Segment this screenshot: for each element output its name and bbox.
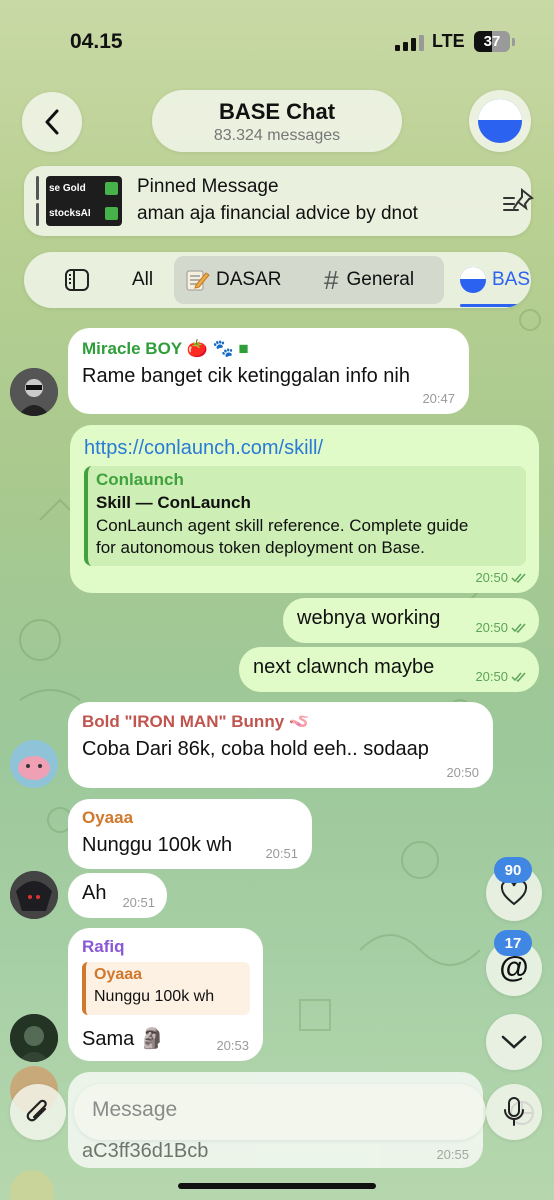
heart-icon: [500, 880, 528, 906]
preview-desc-line-2: for autonomous token deployment on Base.: [96, 538, 425, 557]
chat-title-pill[interactable]: BASE Chat 83.324 messages: [152, 90, 402, 152]
pinned-indicator: [36, 176, 39, 226]
double-check-icon: [511, 623, 526, 633]
network-type: LTE: [432, 31, 465, 51]
status-time: 04.15: [70, 30, 123, 53]
pinned-message-bar[interactable]: se Gold stocksAI Pinned Message aman aja…: [24, 166, 535, 236]
message-time: 20:50: [475, 669, 508, 684]
tab-general-label: General: [346, 269, 415, 290]
battery-tip: [512, 38, 515, 46]
tab-base[interactable]: BAS: [460, 252, 530, 308]
mentions-count-badge: 17: [494, 930, 532, 956]
preview-desc-line-1: ConLaunch agent skill reference. Complet…: [96, 516, 469, 535]
pinned-label: Pinned Message: [137, 176, 279, 197]
reply-preview[interactable]: Oyaaa Nunggu 100k wh: [82, 962, 250, 1015]
message-bubble[interactable]: Miracle BOY 🍅 🐾 ■ Rame banget cik keting…: [68, 328, 469, 414]
memo-icon: [186, 270, 210, 291]
scroll-down-button[interactable]: [486, 1014, 542, 1070]
tab-all-label: All: [132, 269, 154, 290]
message-status: 20:50: [475, 669, 527, 684]
base-logo-avatar: [478, 99, 522, 143]
chevron-down-icon: [501, 1035, 527, 1049]
tab-base-underline: [460, 304, 531, 307]
thumb-line-2: stocksAI: [46, 201, 122, 226]
message-time: 20:50: [475, 620, 508, 635]
chevron-left-icon: [45, 109, 59, 135]
message-input-pill[interactable]: [74, 1084, 534, 1140]
back-button[interactable]: [22, 92, 82, 152]
message-time: 20:51: [122, 895, 155, 910]
message-text: aC3ff36d1Bcb: [82, 1140, 209, 1162]
reactions-count-badge: 90: [494, 857, 532, 883]
signal-icon: [395, 35, 424, 51]
hash-icon: #: [324, 264, 339, 295]
avatar-bunny[interactable]: [10, 740, 58, 788]
sidebar-toggle-icon[interactable]: [64, 252, 90, 308]
home-indicator: [178, 1183, 376, 1189]
folder-tabs: All DASAR # General BAS: [24, 252, 531, 308]
tab-dasar-label: DASAR: [216, 269, 282, 290]
link-preview[interactable]: Conlaunch Skill — ConLaunch ConLaunch ag…: [84, 466, 526, 566]
message-bubble-outgoing[interactable]: https://conlaunch.com/skill/ Conlaunch S…: [70, 425, 539, 593]
message-text: Rame banget cik ketinggalan info nih: [82, 365, 410, 387]
at-icon: @: [499, 951, 529, 984]
sender-name: Rafiq: [82, 937, 125, 956]
avatar-partial-next[interactable]: [10, 1170, 54, 1200]
chat-title: BASE Chat: [218, 99, 336, 124]
message-text: Coba Dari 86k, coba hold eeh.. sodaap: [82, 738, 429, 760]
chat-avatar-button[interactable]: [469, 90, 531, 152]
message-input[interactable]: [92, 1098, 412, 1122]
sender-name: Oyaaa: [82, 808, 134, 827]
preview-title: Skill — ConLaunch: [96, 493, 251, 512]
message-bubble[interactable]: Ah 20:51: [68, 873, 167, 918]
message-time: 20:51: [265, 846, 298, 861]
message-link[interactable]: https://conlaunch.com/skill/: [84, 437, 525, 460]
message-bubble[interactable]: Oyaaa Nunggu 100k wh 20:51: [68, 799, 312, 869]
status-bar: 04.15 LTE 37: [0, 0, 554, 80]
message-status: 20:50: [475, 620, 527, 635]
preview-site: Conlaunch: [96, 470, 184, 489]
battery-level: 37: [483, 33, 501, 50]
message-count: 83.324 messages: [213, 127, 341, 144]
tab-dasar[interactable]: DASAR: [184, 252, 281, 308]
message-time: 20:55: [436, 1147, 469, 1162]
avatar-miracle-boy[interactable]: [10, 368, 58, 416]
tab-general[interactable]: # General: [324, 252, 414, 308]
reply-sender: Oyaaa: [94, 966, 143, 983]
message-time: 20:50: [446, 765, 479, 780]
message-time: 20:47: [422, 391, 455, 406]
message-time: 20:50: [475, 570, 508, 585]
avatar-oyaaa[interactable]: [10, 871, 58, 919]
base-icon: [460, 267, 486, 293]
message-bubble-outgoing[interactable]: next clawnch maybe 20:50: [239, 647, 539, 692]
thumb-line-1: se Gold: [46, 176, 122, 201]
attach-button[interactable]: [10, 1084, 66, 1140]
pin-list-icon[interactable]: [502, 187, 536, 219]
message-bubble[interactable]: Rafiq Oyaaa Nunggu 100k wh Sama 🗿 20:53: [68, 928, 263, 1061]
pinned-thumbnail: se Gold stocksAI: [46, 176, 122, 226]
reply-text: Nunggu 100k wh: [94, 988, 215, 1005]
sender-name: Bold "IRON MAN" Bunny 🪱: [82, 712, 311, 731]
microphone-button[interactable]: [486, 1084, 542, 1140]
message-time: 20:53: [216, 1038, 249, 1053]
sender-name: Miracle BOY 🍅 🐾 ■: [82, 339, 249, 358]
avatar-rafiq[interactable]: [10, 1014, 58, 1062]
message-text: Sama 🗿: [82, 1028, 165, 1050]
microphone-icon: [504, 1097, 524, 1126]
tab-all[interactable]: All: [132, 252, 153, 308]
tab-base-label: BAS: [492, 269, 531, 290]
message-status: 20:50: [475, 570, 527, 585]
pinned-text: aman aja financial advice by dnot: [137, 203, 418, 224]
double-check-icon: [511, 672, 526, 682]
double-check-icon: [511, 573, 526, 583]
message-bubble-outgoing[interactable]: webnya working 20:50: [283, 598, 539, 643]
battery-icon: 37: [474, 31, 510, 52]
paperclip-icon: [26, 1099, 47, 1122]
message-bubble[interactable]: Bold "IRON MAN" Bunny 🪱 Coba Dari 86k, c…: [68, 702, 493, 788]
